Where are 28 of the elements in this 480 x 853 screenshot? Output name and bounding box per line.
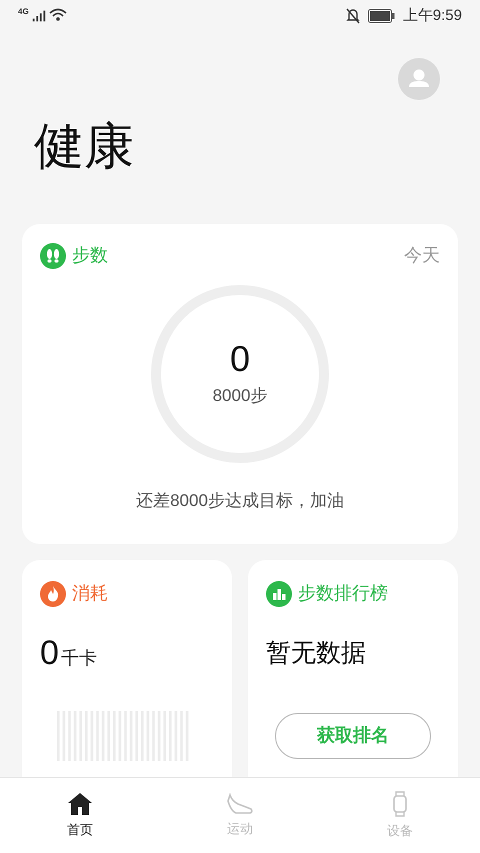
step-count: 0 <box>230 339 250 380</box>
status-time: 上午9:59 <box>402 6 462 26</box>
bar-chart-icon <box>266 580 292 606</box>
flame-icon <box>40 580 66 606</box>
step-goal: 8000步 <box>212 385 268 408</box>
watch-icon <box>392 790 408 817</box>
footprints-icon <box>40 242 66 268</box>
calorie-unit: 千卡 <box>60 647 97 670</box>
nav-tab[interactable]: 首页 <box>0 778 160 853</box>
page-title: 健康 <box>33 117 135 176</box>
network-type: 4G <box>18 8 29 16</box>
card-title: 步数排行榜 <box>298 582 388 605</box>
goal-message: 还差8000步达成目标，加油 <box>135 490 345 512</box>
calorie-value: 0 <box>40 633 59 673</box>
battery-icon <box>368 9 395 23</box>
steps-card[interactable]: 步数 今天 0 8000步 还差8000步达成目标，加油 <box>22 224 458 544</box>
card-title: 消耗 <box>72 582 108 605</box>
avatar-icon[interactable] <box>398 58 440 100</box>
calorie-card[interactable]: 消耗 0千卡 <box>22 560 232 777</box>
shoe-icon <box>226 792 254 815</box>
empty-message: 暂无数据 <box>266 638 367 669</box>
signal-icon <box>30 8 47 24</box>
period-label: 今天 <box>404 244 440 267</box>
home-icon <box>67 792 93 816</box>
card-title: 步数 <box>72 244 108 267</box>
wifi-icon <box>48 8 67 22</box>
ranking-card[interactable]: 步数排行榜 暂无数据 获取排名 <box>248 560 458 777</box>
bell-off-icon <box>346 8 360 24</box>
